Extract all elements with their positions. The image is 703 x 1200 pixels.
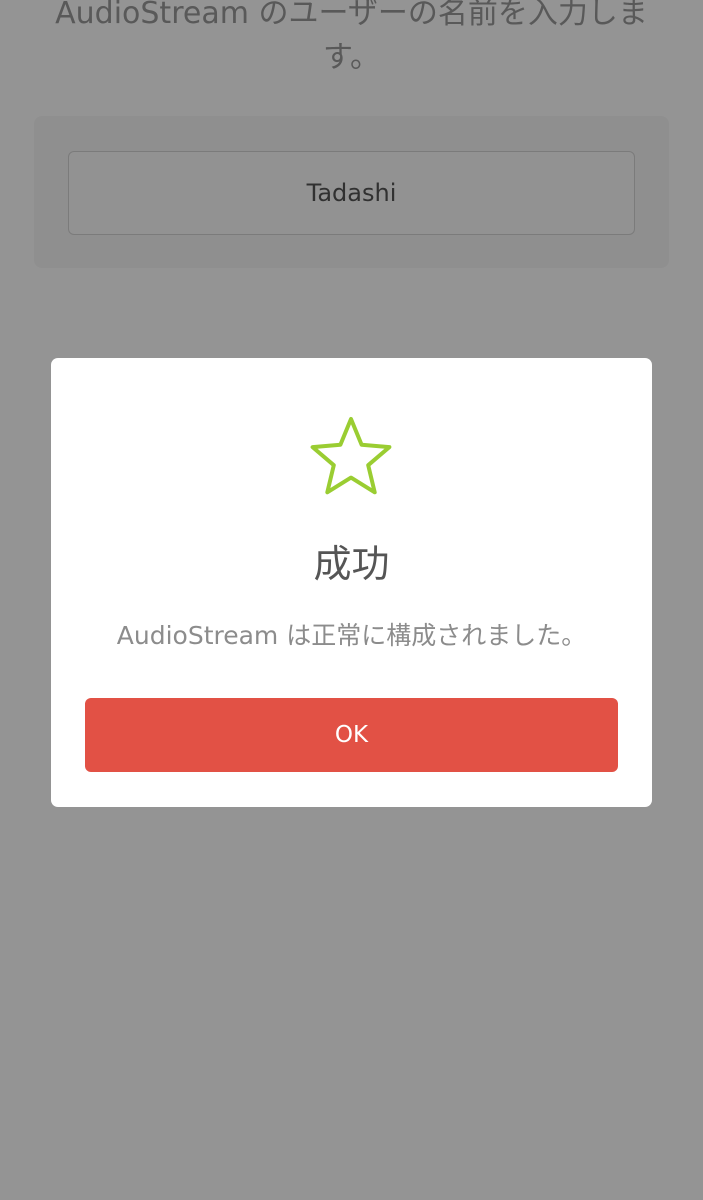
- success-dialog: 成功 AudioStream は正常に構成されました。 OK: [51, 358, 652, 807]
- star-icon: [310, 417, 392, 495]
- ok-button[interactable]: OK: [85, 698, 618, 772]
- dialog-message: AudioStream は正常に構成されました。: [116, 621, 587, 650]
- star-icon-shape: [310, 417, 392, 495]
- dialog-title: 成功: [313, 542, 390, 586]
